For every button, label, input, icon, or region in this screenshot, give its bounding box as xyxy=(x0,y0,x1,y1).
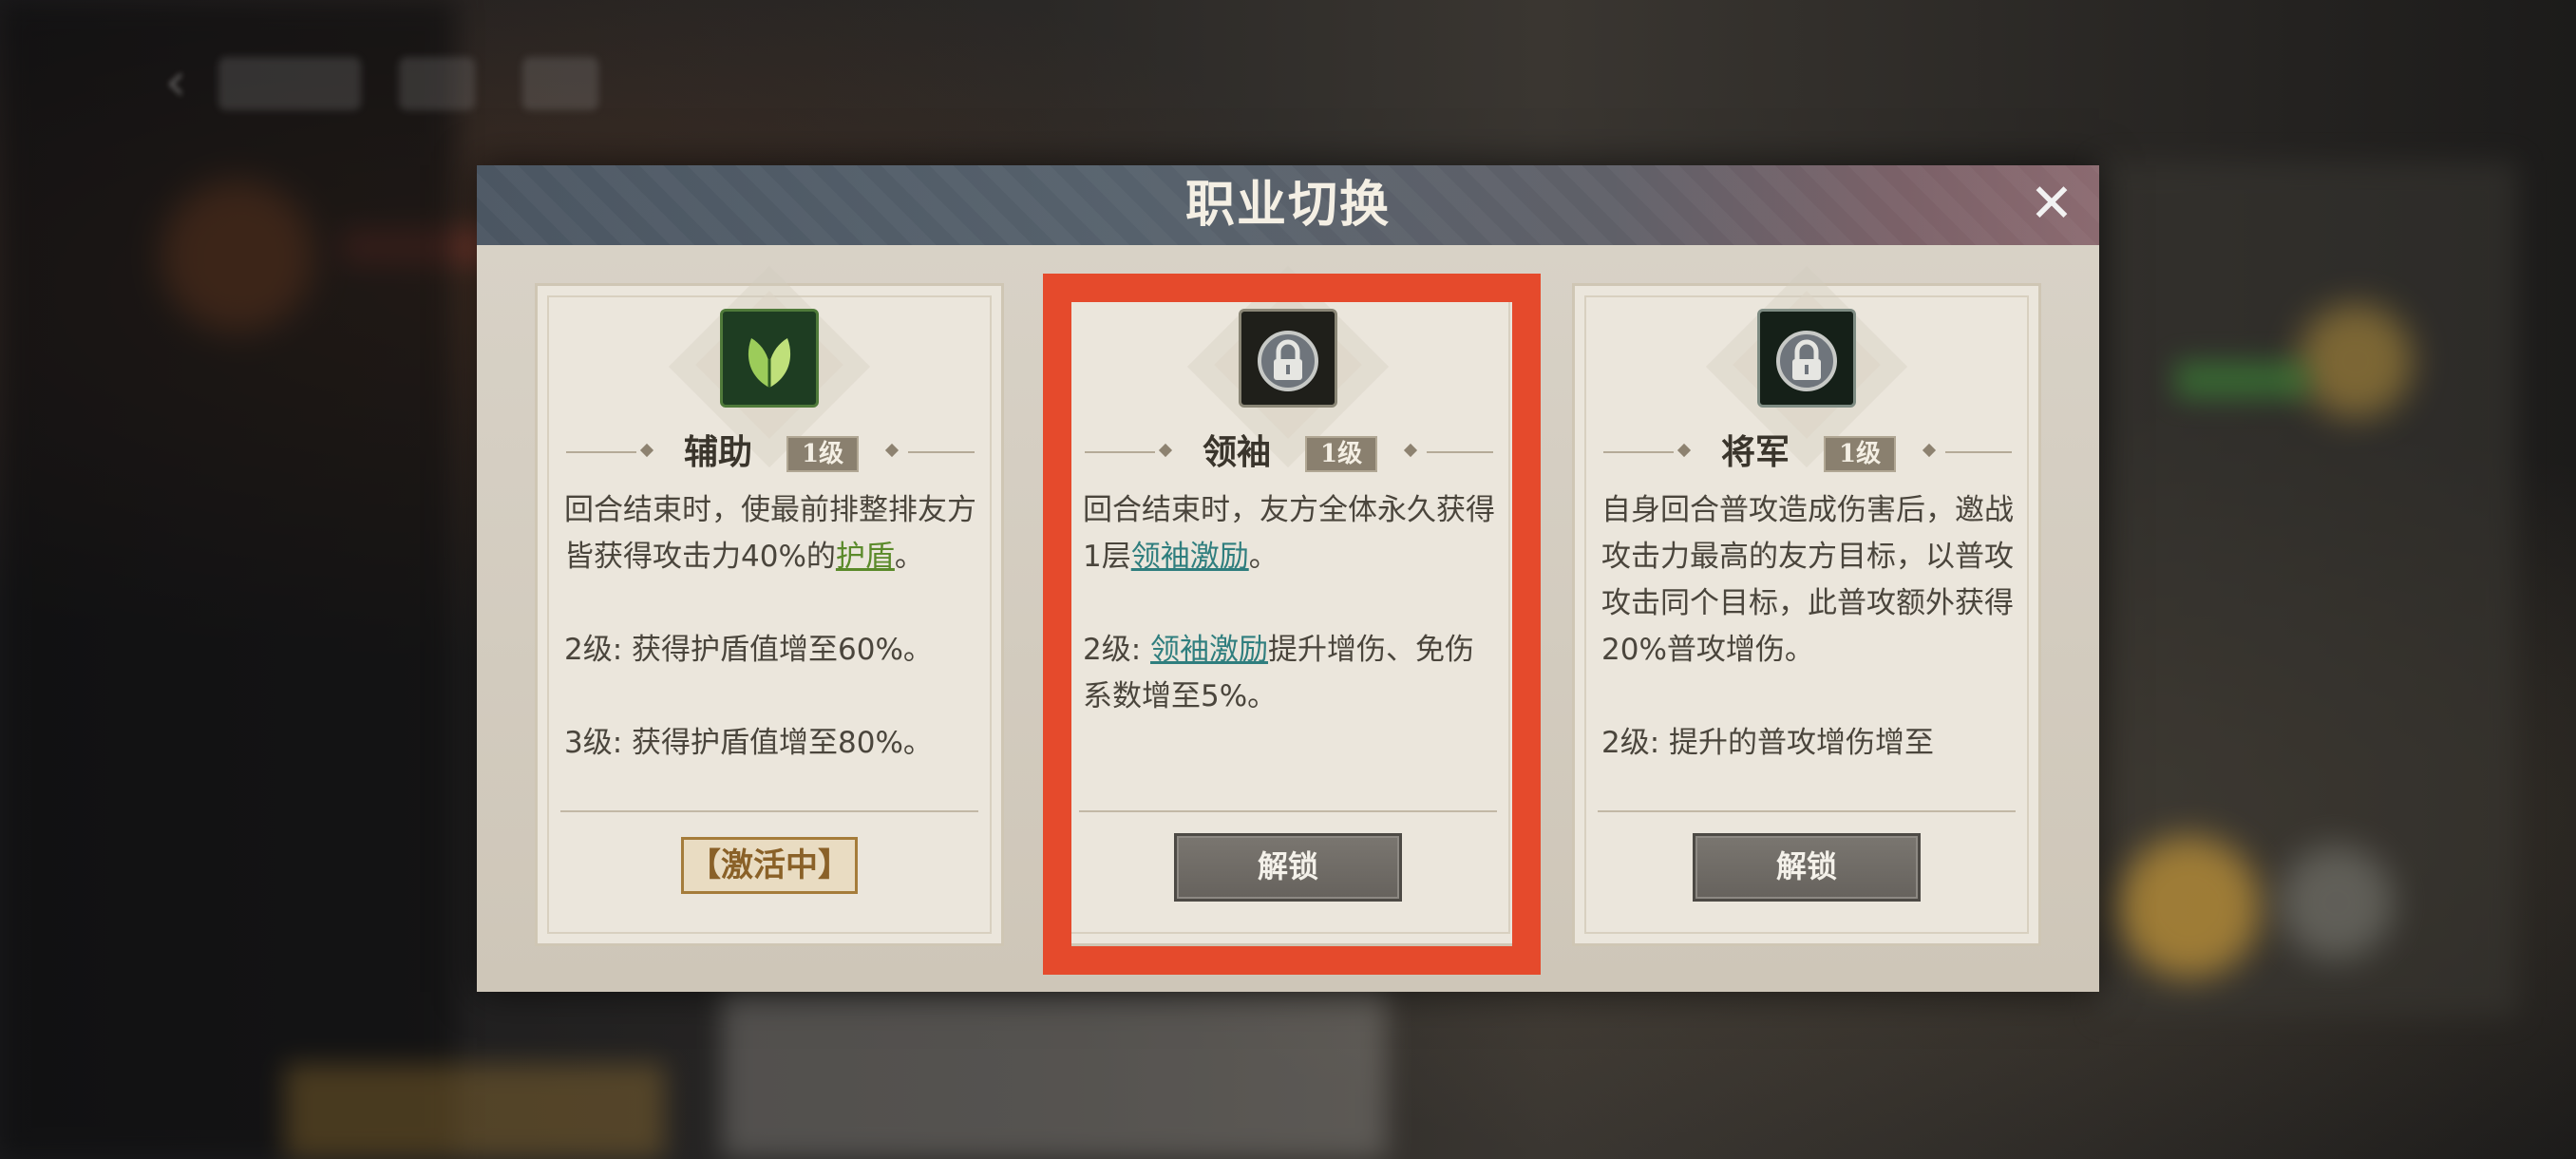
unlock-button-leader[interactable]: 解锁 xyxy=(1174,833,1402,902)
desc-end: 。 xyxy=(894,540,924,574)
dialog-header: 职业切换 ✕ xyxy=(477,165,2099,245)
level2-prefix: 2级: xyxy=(1083,633,1151,667)
close-icon[interactable]: ✕ xyxy=(2027,178,2076,231)
bg-left-panel xyxy=(0,0,456,1159)
card-title-row: 辅助 1级 xyxy=(538,428,1001,476)
keyword-shield[interactable]: 护盾 xyxy=(836,540,895,574)
bg-diamond xyxy=(2299,304,2413,418)
bg-character-blur xyxy=(722,988,1387,1159)
class-card-leader[interactable]: 领袖 1级 回合结束时，友方全体永久获得1层领袖激励。 2级: 领袖激励提升增伤… xyxy=(1053,265,1523,946)
class-name: 领袖 xyxy=(1203,432,1272,472)
hud-tab-blur[interactable] xyxy=(218,57,361,110)
class-card-support[interactable]: 辅助 1级 回合结束时，使最前排整排友方皆获得攻击力40%的护盾。 2级: 获得… xyxy=(535,265,1004,946)
bg-floor-blur xyxy=(285,1064,665,1159)
class-card-general[interactable]: 将军 1级 自身回合普攻造成伤害后，邀战攻击力最高的友方目标，以普攻攻击同个目标… xyxy=(1572,265,2041,946)
bg-round-button xyxy=(2280,846,2394,960)
level-badge: 1级 xyxy=(786,436,860,472)
card-title-row: 领袖 1级 xyxy=(1056,428,1520,476)
unlock-button-general[interactable]: 解锁 xyxy=(1693,833,1921,902)
game-screen: ‹ 职业切换 ✕ 辅助 1级 回合结束时，使最前排整排友方皆获得攻击力40%的护… xyxy=(0,0,2576,1159)
dialog-title: 职业切换 xyxy=(1184,176,1391,234)
class-description: 回合结束时，使最前排整排友方皆获得攻击力40%的护盾。 2级: 获得护盾值增至6… xyxy=(564,487,978,810)
lock-icon xyxy=(1757,309,1856,408)
level-badge: 1级 xyxy=(1824,436,1897,472)
keyword-leader-inspire[interactable]: 领袖激励 xyxy=(1131,540,1249,574)
class-description: 自身回合普攻造成伤害后，邀战攻击力最高的友方目标，以普攻攻击同个目标，此普攻额外… xyxy=(1601,487,2016,810)
keyword-leader-inspire-2[interactable]: 领袖激励 xyxy=(1150,633,1268,667)
card-title-row: 将军 1级 xyxy=(1575,428,2038,476)
level2-text: 2级: 领袖激励提升增伤、免伤系数增至5%。 xyxy=(1083,627,1497,720)
lock-icon xyxy=(1239,309,1337,408)
bg-green-tag xyxy=(2175,361,2308,399)
level2-text: 2级: 提升的普攻增伤增至 xyxy=(1601,726,1935,760)
level3-text: 3级: 获得护盾值增至80%。 xyxy=(564,726,933,760)
bg-gold-coin xyxy=(2118,836,2261,978)
menu-icon[interactable] xyxy=(522,57,598,110)
class-name: 将军 xyxy=(1721,432,1790,472)
level2-text: 2级: 获得护盾值增至60%。 xyxy=(564,633,933,667)
active-status-badge: 【激活中】 xyxy=(681,837,858,894)
back-icon[interactable]: ‹ xyxy=(142,49,209,116)
class-description: 回合结束时，友方全体永久获得1层领袖激励。 2级: 领袖激励提升增伤、免伤系数增… xyxy=(1083,487,1497,810)
desc-end: 。 xyxy=(1248,540,1279,574)
desc-text: 自身回合普攻造成伤害后，邀战攻击力最高的友方目标，以普攻攻击同个目标，此普攻额外… xyxy=(1601,493,2014,667)
level-badge: 1级 xyxy=(1305,436,1378,472)
class-name: 辅助 xyxy=(684,432,753,472)
home-icon[interactable] xyxy=(399,57,475,110)
leaf-icon xyxy=(720,309,819,408)
